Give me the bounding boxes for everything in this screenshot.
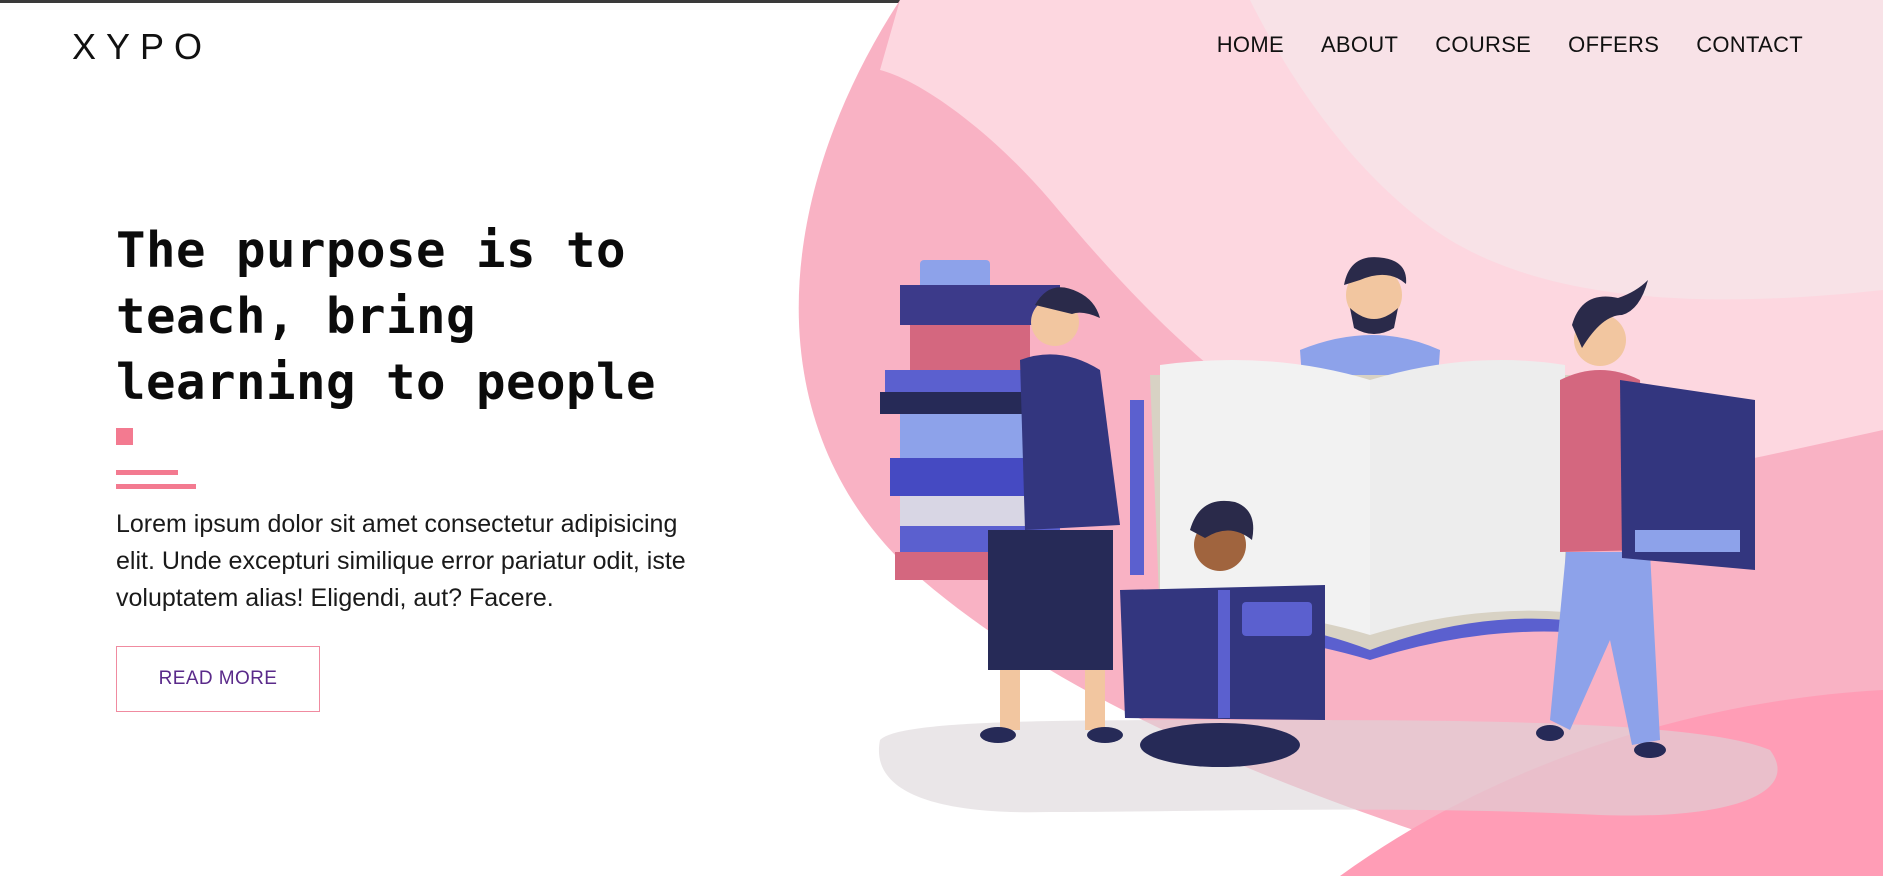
hero-description: Lorem ipsum dolor sit amet consectetur a…	[116, 510, 686, 612]
main-nav: HOME ABOUT COURSE OFFERS CONTACT	[1180, 32, 1803, 58]
nav-home[interactable]: HOME	[1217, 32, 1284, 58]
decorative-accent	[116, 428, 696, 498]
accent-square	[116, 428, 133, 445]
accent-line	[116, 484, 196, 489]
people-reading-books-illustration	[880, 257, 1755, 767]
brand-logo[interactable]: XYPO	[72, 26, 212, 68]
person-4-icon	[1536, 280, 1755, 758]
hero-section: The purpose is to teach, bring learning …	[116, 218, 696, 712]
nav-course[interactable]: COURSE	[1435, 32, 1531, 58]
nav-offers[interactable]: OFFERS	[1568, 32, 1659, 58]
nav-contact[interactable]: CONTACT	[1696, 32, 1803, 58]
accent-line	[116, 470, 178, 475]
hero-heading: The purpose is to teach, bring learning …	[116, 222, 657, 411]
nav-about[interactable]: ABOUT	[1321, 32, 1398, 58]
read-more-button[interactable]: READ MORE	[116, 646, 320, 712]
